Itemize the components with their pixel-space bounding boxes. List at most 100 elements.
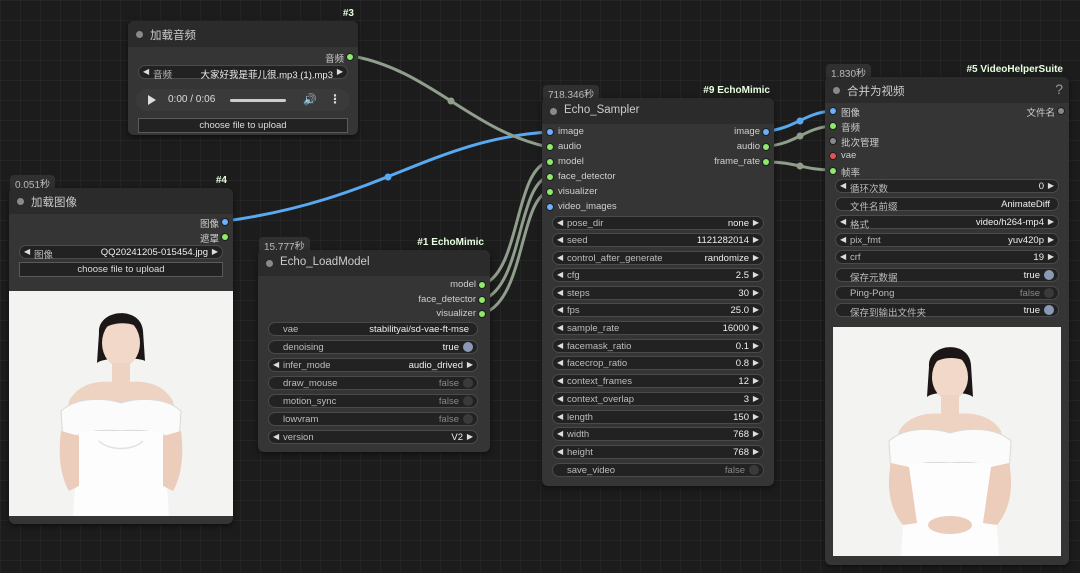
arrow-right-icon[interactable]: ▶: [753, 323, 759, 332]
help-icon[interactable]: ?: [1055, 81, 1063, 97]
facecrop-ratio-number[interactable]: ◀ facecrop_ratio 0.8 ▶: [552, 356, 764, 370]
collapse-dot-icon[interactable]: [833, 87, 840, 94]
arrow-right-icon[interactable]: ▶: [753, 305, 759, 314]
input-port-icon[interactable]: [547, 189, 553, 195]
ping-pong-toggle[interactable]: Ping-Pong false: [835, 286, 1059, 300]
arrow-left-icon[interactable]: ◀: [143, 67, 149, 76]
toggle-off-icon[interactable]: [463, 396, 473, 406]
node-header[interactable]: 合并为视频 ?: [825, 77, 1069, 103]
arrow-left-icon[interactable]: ◀: [557, 376, 563, 385]
output-audio[interactable]: 音频: [128, 50, 358, 65]
output-port-icon[interactable]: [222, 219, 228, 225]
arrow-left-icon[interactable]: ◀: [840, 252, 846, 261]
arrow-left-icon[interactable]: ◀: [557, 412, 563, 421]
lowvram-toggle[interactable]: lowvram false: [268, 412, 478, 426]
vae-text-field[interactable]: vae stabilityai/sd-vae-ft-mse: [268, 322, 478, 336]
upload-button[interactable]: choose file to upload: [19, 262, 223, 277]
arrow-right-icon[interactable]: ▶: [467, 360, 473, 369]
arrow-left-icon[interactable]: ◀: [557, 253, 563, 262]
arrow-right-icon[interactable]: ▶: [753, 412, 759, 421]
arrow-right-icon[interactable]: ▶: [212, 247, 218, 256]
node-header[interactable]: Echo_Sampler: [542, 98, 774, 124]
input-vae[interactable]: vae: [825, 149, 1069, 163]
filename-prefix-field[interactable]: 文件名前缀 AnimateDiff: [835, 197, 1059, 213]
arrow-left-icon[interactable]: ◀: [840, 235, 846, 244]
input-face-detector[interactable]: face_detector: [542, 170, 774, 184]
arrow-right-icon[interactable]: ▶: [753, 358, 759, 367]
input-port-icon[interactable]: [547, 129, 553, 135]
output-port-icon[interactable]: [222, 234, 228, 240]
version-combo[interactable]: ◀ version V2 ▶: [268, 430, 478, 444]
more-options-icon[interactable]: ⋮: [329, 92, 341, 106]
seed-number[interactable]: ◀ seed 1121282014 ▶: [552, 233, 764, 247]
output-port-icon[interactable]: [763, 144, 769, 150]
output-model[interactable]: model: [258, 278, 490, 292]
collapse-dot-icon[interactable]: [550, 108, 557, 115]
node-echo-sampler[interactable]: Echo_Sampler #9 EchoMimic image image au…: [542, 85, 774, 486]
fps-number[interactable]: ◀ fps 25.0 ▶: [552, 303, 764, 317]
denoising-toggle[interactable]: denoising true: [268, 340, 478, 354]
output-port-icon[interactable]: [763, 159, 769, 165]
arrow-left-icon[interactable]: ◀: [557, 218, 563, 227]
output-port-icon[interactable]: [479, 282, 485, 288]
input-port-icon[interactable]: [547, 174, 553, 180]
collapse-dot-icon[interactable]: [266, 260, 273, 267]
node-header[interactable]: Echo_LoadModel: [258, 250, 490, 276]
arrow-left-icon[interactable]: ◀: [273, 360, 279, 369]
collapse-dot-icon[interactable]: [17, 198, 24, 205]
format-combo[interactable]: ◀ 格式 video/h264-mp4 ▶: [835, 215, 1059, 231]
save-metadata-toggle[interactable]: 保存元数据 true: [835, 268, 1059, 284]
node-header[interactable]: 加载图像: [9, 188, 233, 214]
pose-dir-combo[interactable]: ◀ pose_dir none ▶: [552, 216, 764, 230]
image-file-combo[interactable]: ◀ 图像 QQ20241205-015454.jpg ▶: [19, 245, 223, 261]
height-number[interactable]: ◀ height 768 ▶: [552, 445, 764, 459]
save-video-toggle[interactable]: save_video false: [552, 463, 764, 477]
arrow-right-icon[interactable]: ▶: [753, 429, 759, 438]
input-audio[interactable]: 音频: [825, 119, 1069, 134]
input-model[interactable]: model frame_rate: [542, 155, 774, 169]
input-video-images[interactable]: video_images: [542, 200, 774, 214]
arrow-right-icon[interactable]: ▶: [1048, 235, 1054, 244]
output-port-icon[interactable]: [1058, 108, 1064, 114]
input-port-icon[interactable]: [830, 138, 836, 144]
toggle-on-icon[interactable]: [1044, 305, 1054, 315]
arrow-left-icon[interactable]: ◀: [24, 247, 30, 256]
node-load-audio[interactable]: 加载音频 #3 音频 ◀ 音频 大家好我是菲儿很.mp3 (1).mp3 ▶ 0…: [128, 8, 358, 135]
cfg-number[interactable]: ◀ cfg 2.5 ▶: [552, 268, 764, 282]
arrow-left-icon[interactable]: ◀: [557, 394, 563, 403]
loop-count-number[interactable]: ◀ 循环次数 0 ▶: [835, 179, 1059, 195]
context-overlap-number[interactable]: ◀ context_overlap 3 ▶: [552, 392, 764, 406]
arrow-right-icon[interactable]: ▶: [753, 253, 759, 262]
output-port-icon[interactable]: [479, 311, 485, 317]
pix-fmt-combo[interactable]: ◀ pix_fmt yuv420p ▶: [835, 233, 1059, 247]
arrow-right-icon[interactable]: ▶: [753, 288, 759, 297]
input-port-icon[interactable]: [547, 159, 553, 165]
arrow-right-icon[interactable]: ▶: [1048, 181, 1054, 190]
crf-number[interactable]: ◀ crf 19 ▶: [835, 250, 1059, 264]
output-port-icon[interactable]: [479, 297, 485, 303]
arrow-left-icon[interactable]: ◀: [557, 323, 563, 332]
node-load-image[interactable]: 加载图像 #4 图像 遮罩 ◀ 图像 QQ20241205-015454.jpg…: [9, 175, 233, 524]
input-audio[interactable]: audio audio: [542, 140, 774, 154]
toggle-on-icon[interactable]: [463, 342, 473, 352]
arrow-left-icon[interactable]: ◀: [273, 432, 279, 441]
control-after-generate-combo[interactable]: ◀ control_after_generate randomize ▶: [552, 251, 764, 265]
input-port-icon[interactable]: [830, 123, 836, 129]
arrow-right-icon[interactable]: ▶: [753, 341, 759, 350]
node-video-combine[interactable]: 合并为视频 ? #5 VideoHelperSuite 图像 文件名 音频 批次…: [825, 64, 1069, 565]
arrow-right-icon[interactable]: ▶: [753, 270, 759, 279]
audio-file-combo[interactable]: ◀ 音频 大家好我是菲儿很.mp3 (1).mp3 ▶: [138, 65, 348, 81]
arrow-right-icon[interactable]: ▶: [1048, 217, 1054, 226]
toggle-off-icon[interactable]: [463, 378, 473, 388]
input-image[interactable]: image image: [542, 125, 774, 139]
input-batch-manager[interactable]: 批次管理: [825, 134, 1069, 149]
motion-sync-toggle[interactable]: motion_sync false: [268, 394, 478, 408]
arrow-right-icon[interactable]: ▶: [753, 376, 759, 385]
arrow-right-icon[interactable]: ▶: [337, 67, 343, 76]
arrow-left-icon[interactable]: ◀: [557, 305, 563, 314]
arrow-left-icon[interactable]: ◀: [557, 235, 563, 244]
sample-rate-number[interactable]: ◀ sample_rate 16000 ▶: [552, 321, 764, 335]
output-visualizer[interactable]: visualizer: [258, 307, 490, 321]
draw-mouse-toggle[interactable]: draw_mouse false: [268, 376, 478, 390]
steps-number[interactable]: ◀ steps 30 ▶: [552, 286, 764, 300]
